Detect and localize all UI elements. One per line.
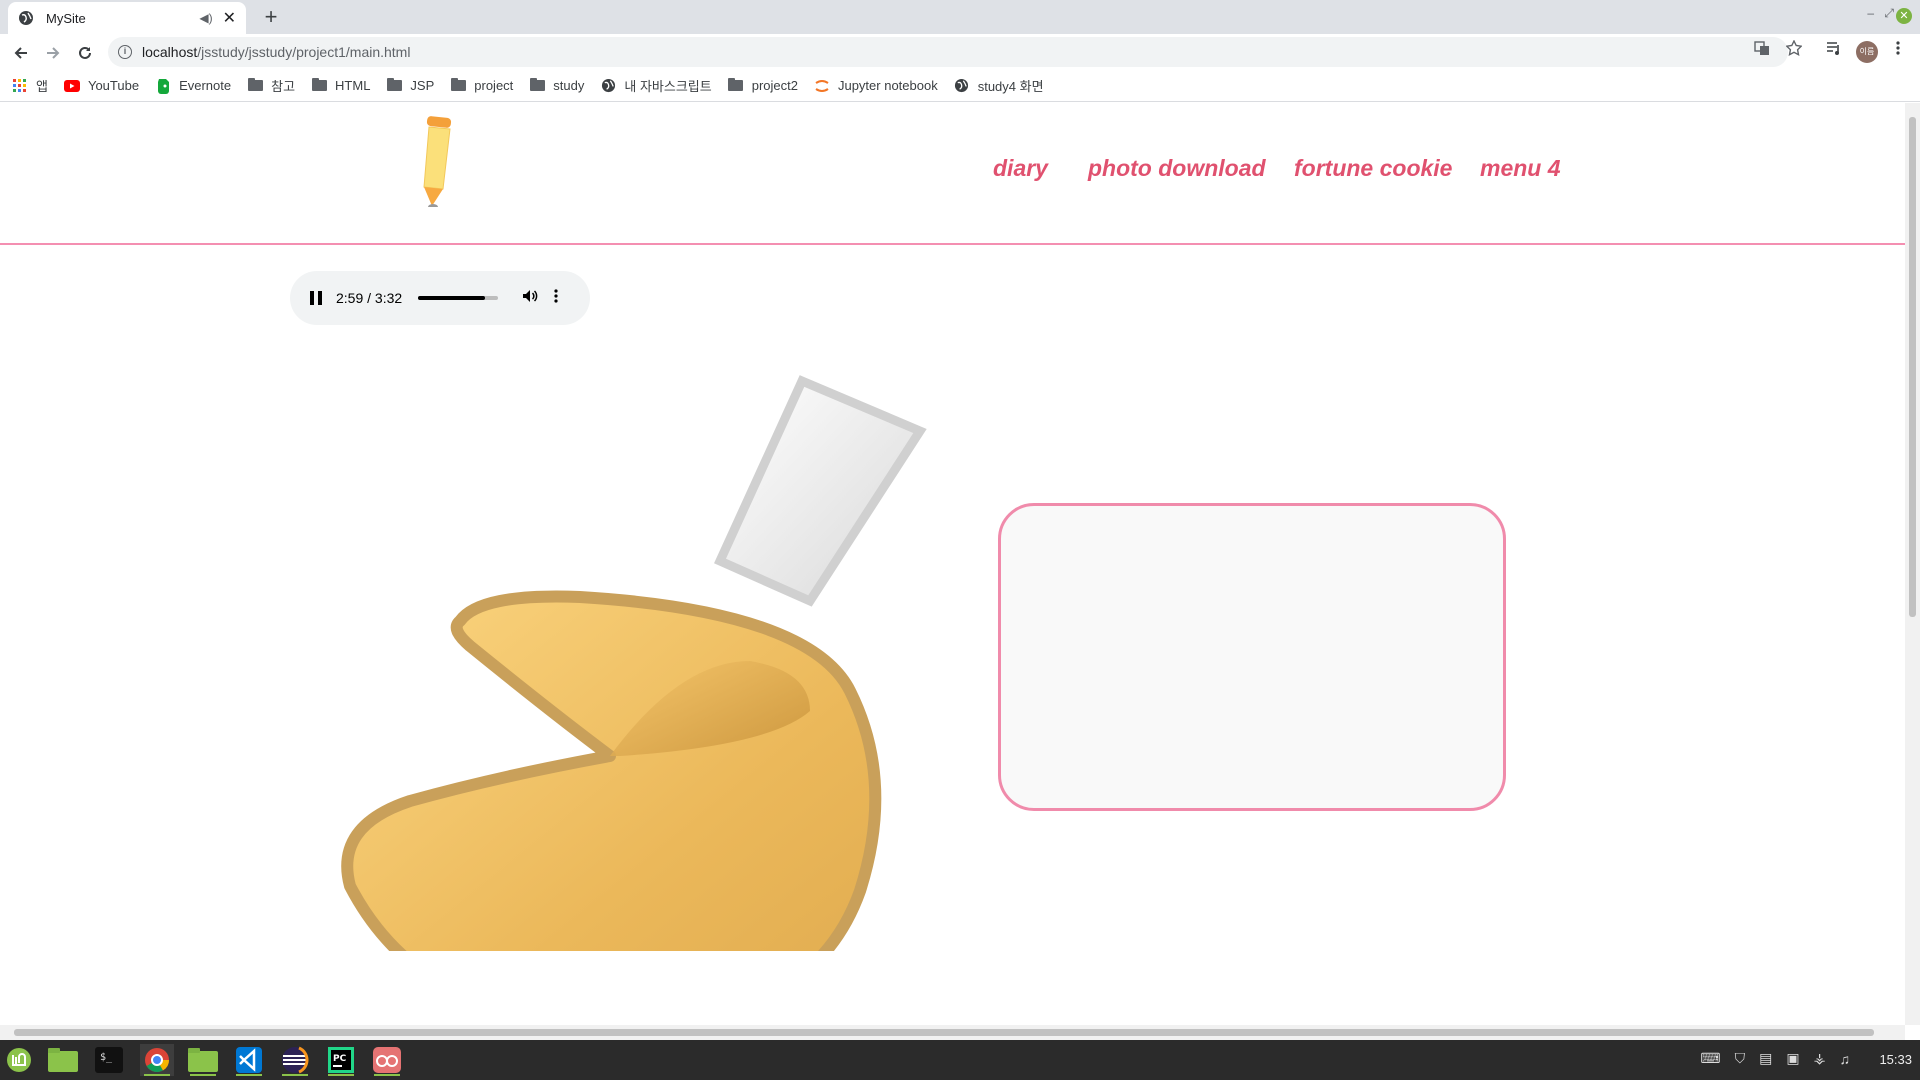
jupyter-icon bbox=[814, 78, 830, 94]
bookmark-label: study4 화면 bbox=[977, 79, 1044, 94]
translate-icon[interactable] bbox=[1754, 40, 1770, 56]
globe-icon bbox=[600, 78, 616, 94]
audio-progress-fill bbox=[418, 296, 486, 300]
vertical-scrollbar[interactable] bbox=[1905, 103, 1920, 1025]
audio-time: 2:59 / 3:32 bbox=[336, 290, 403, 306]
eclipse-icon[interactable] bbox=[278, 1044, 312, 1076]
folder-icon bbox=[386, 78, 402, 94]
pause-icon[interactable] bbox=[310, 291, 322, 305]
mint-menu-icon[interactable] bbox=[2, 1044, 36, 1076]
globe-icon bbox=[954, 78, 970, 94]
media-control-icon[interactable] bbox=[1826, 40, 1842, 56]
bookmarks-bar: 앱 YouTube Evernote 참고 HTML JSP project s… bbox=[0, 70, 1920, 102]
audio-player[interactable]: 2:59 / 3:32 bbox=[290, 271, 590, 325]
menu-diary[interactable]: diary bbox=[993, 155, 1048, 182]
bookmark-folder-html[interactable]: HTML bbox=[311, 78, 370, 94]
tab-strip: MySite ◀) ✕ + – ⤢ ✕ bbox=[0, 0, 1920, 34]
pencil-logo-icon[interactable] bbox=[418, 111, 458, 212]
files-icon[interactable] bbox=[186, 1044, 220, 1076]
bookmark-apps[interactable]: 앱 bbox=[12, 76, 48, 95]
evernote-icon bbox=[155, 78, 171, 94]
bookmark-jupyter[interactable]: Jupyter notebook bbox=[814, 78, 938, 94]
bookmark-label: study bbox=[553, 78, 585, 93]
bookmark-my-javascript[interactable]: 내 자바스크립트 bbox=[600, 76, 712, 95]
star-icon[interactable] bbox=[1786, 40, 1802, 56]
pycharm-icon[interactable]: PC bbox=[324, 1044, 358, 1076]
url-path: /jsstudy/jsstudy/project1/main.html bbox=[197, 44, 411, 60]
new-tab-button[interactable]: + bbox=[258, 4, 284, 30]
files-icon[interactable] bbox=[46, 1044, 80, 1076]
address-bar[interactable]: i localhost/jsstudy/jsstudy/project1/mai… bbox=[108, 37, 1788, 67]
browser-toolbar: i localhost/jsstudy/jsstudy/project1/mai… bbox=[0, 34, 1920, 70]
fortune-message-box bbox=[998, 503, 1506, 811]
apps-grid-icon bbox=[12, 78, 28, 94]
info-icon[interactable]: i bbox=[118, 45, 132, 59]
bookmark-label: JSP bbox=[410, 78, 435, 93]
folder-icon bbox=[728, 78, 744, 94]
audio-more-icon[interactable] bbox=[554, 288, 558, 309]
reload-icon[interactable] bbox=[72, 40, 98, 66]
chrome-icon[interactable] bbox=[140, 1044, 174, 1076]
volume-icon[interactable] bbox=[522, 288, 538, 309]
audio-progress-bar[interactable] bbox=[418, 296, 499, 300]
keyboard-icon[interactable]: ⌨ bbox=[1700, 1050, 1720, 1067]
bookmark-label: project2 bbox=[751, 78, 798, 93]
svg-text:PC: PC bbox=[333, 1054, 347, 1064]
vscode-icon[interactable] bbox=[232, 1044, 266, 1076]
bookmark-folder-project2[interactable]: project2 bbox=[728, 78, 798, 94]
bookmark-folder-project[interactable]: project bbox=[450, 78, 513, 94]
bookmark-folder-reference[interactable]: 참고 bbox=[247, 76, 295, 95]
bookmark-label: project bbox=[474, 78, 514, 93]
menu-fortune-cookie[interactable]: fortune cookie bbox=[1294, 155, 1452, 182]
bookmark-label: 내 자바스크립트 bbox=[624, 79, 712, 94]
horizontal-scrollbar[interactable] bbox=[0, 1025, 1905, 1040]
fortune-cookie-image[interactable] bbox=[340, 371, 940, 1025]
terminal-icon[interactable]: $_ bbox=[92, 1044, 126, 1076]
profile-avatar[interactable]: 이름 bbox=[1856, 41, 1878, 63]
bookmark-folder-jsp[interactable]: JSP bbox=[386, 78, 434, 94]
folder-icon bbox=[529, 78, 545, 94]
audio-playing-icon[interactable]: ◀) bbox=[199, 11, 212, 25]
taskbar: $_ PC ⌨ ⛉ ▤ ▣ ⚶ ♫ 15:33 bbox=[0, 1040, 1920, 1080]
clipboard-icon[interactable]: ▤ bbox=[1759, 1050, 1772, 1067]
bookmark-youtube[interactable]: YouTube bbox=[63, 78, 140, 94]
bookmark-label: Evernote bbox=[179, 78, 232, 93]
folder-icon bbox=[450, 78, 466, 94]
bookmark-label: HTML bbox=[335, 78, 371, 93]
site-header: diary photo download fortune cookie menu… bbox=[0, 103, 1905, 245]
bookmark-label: 앱 bbox=[36, 79, 48, 94]
bookmark-label: 참고 bbox=[271, 79, 296, 94]
clock[interactable]: 15:33 bbox=[1879, 1052, 1912, 1067]
minimize-icon[interactable]: – bbox=[1867, 6, 1874, 20]
folder-icon bbox=[311, 78, 327, 94]
bookmark-label: Jupyter notebook bbox=[837, 78, 938, 93]
url-host: localhost bbox=[142, 44, 198, 60]
bookmark-study4[interactable]: study4 화면 bbox=[954, 76, 1044, 95]
restore-icon[interactable]: ⤢ bbox=[1884, 6, 1894, 21]
menu-photo-download[interactable]: photo download bbox=[1088, 155, 1266, 182]
bookmark-evernote[interactable]: Evernote bbox=[155, 78, 231, 94]
network-icon[interactable]: ⚶ bbox=[1814, 1050, 1826, 1067]
more-menu-icon[interactable] bbox=[1896, 40, 1900, 56]
bookmark-label: YouTube bbox=[87, 78, 140, 93]
menu-4[interactable]: menu 4 bbox=[1480, 155, 1561, 182]
viewer-icon[interactable] bbox=[370, 1044, 404, 1076]
system-tray: ⌨ ⛉ ▤ ▣ ⚶ ♫ bbox=[1686, 1050, 1850, 1067]
folder-icon bbox=[247, 78, 263, 94]
window-close-button[interactable]: ✕ bbox=[1896, 8, 1912, 24]
tab-mysite[interactable]: MySite ◀) ✕ bbox=[8, 2, 246, 34]
forward-icon[interactable] bbox=[40, 40, 66, 66]
page-viewport: diary photo download fortune cookie menu… bbox=[0, 103, 1905, 1025]
volume-icon[interactable]: ♫ bbox=[1840, 1051, 1851, 1067]
shield-icon[interactable]: ⛉ bbox=[1735, 1050, 1746, 1067]
tab-title: MySite bbox=[46, 10, 86, 26]
back-icon[interactable] bbox=[8, 40, 34, 66]
globe-icon bbox=[18, 10, 34, 26]
youtube-icon bbox=[63, 78, 80, 94]
bookmark-folder-study[interactable]: study bbox=[529, 78, 584, 94]
update-icon[interactable]: ▣ bbox=[1786, 1050, 1799, 1067]
close-tab-icon[interactable]: ✕ bbox=[223, 8, 236, 28]
svg-text:$_: $_ bbox=[100, 1052, 113, 1063]
